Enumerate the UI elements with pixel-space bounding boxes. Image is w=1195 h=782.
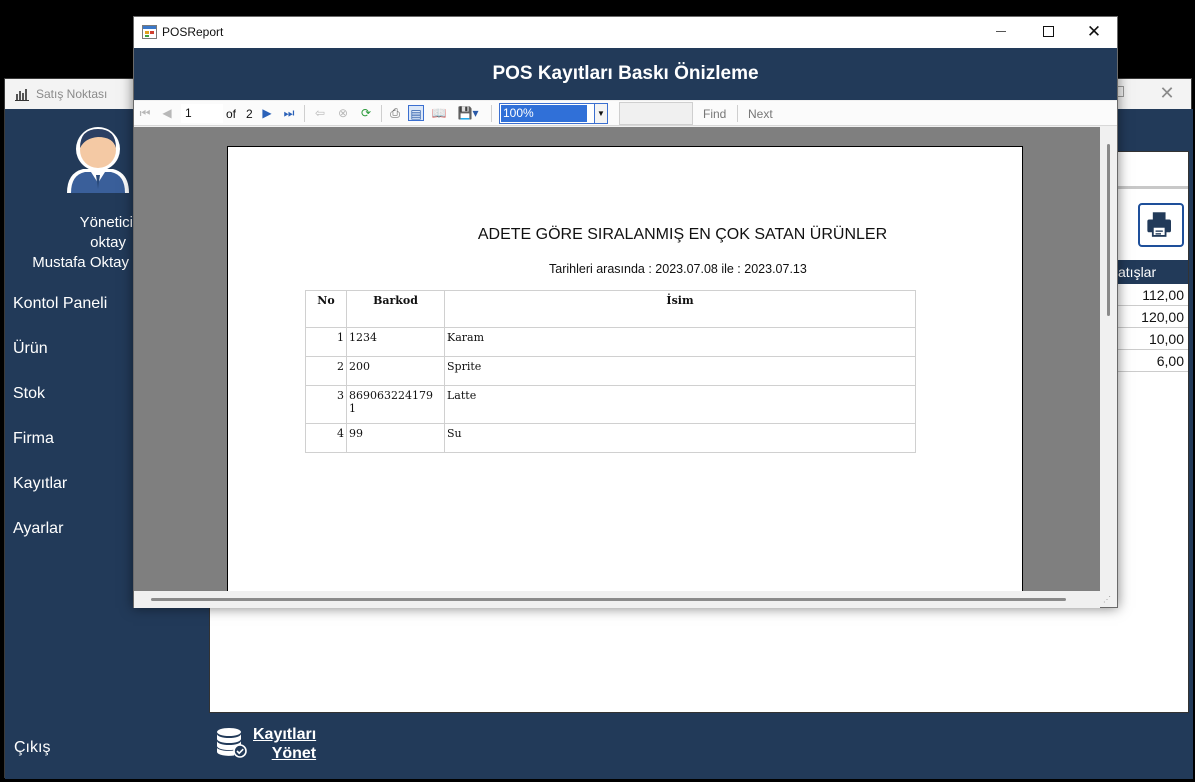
chevron-down-icon[interactable]: ▼ <box>594 104 607 123</box>
sidebar-item-records[interactable]: Kayıtlar <box>13 475 67 493</box>
find-next-link[interactable]: Next <box>748 107 773 121</box>
report-table-header: No Barkod İsim <box>305 290 916 328</box>
resize-grip-icon[interactable]: ⋰ <box>1103 595 1115 607</box>
horizontal-scrollbar[interactable] <box>134 591 1100 608</box>
print-button[interactable] <box>1138 203 1184 247</box>
cell-no: 2 <box>305 356 347 386</box>
footer-bar: Kayıtları Yönet <box>205 713 1193 779</box>
table-row: 2 200 Sprite <box>305 356 916 386</box>
report-table: No Barkod İsim 1 1234 Karam 2 200 Sprite… <box>305 290 916 453</box>
sidebar-item-product[interactable]: Ürün <box>13 340 48 358</box>
previous-page-icon[interactable]: ◀ <box>159 105 175 121</box>
report-window-title: POSReport <box>162 25 224 39</box>
user-username: oktay <box>90 234 126 251</box>
column-header-name: İsim <box>444 290 916 328</box>
table-row: 3 869063224179 1 Latte <box>305 385 916 424</box>
manage-records-link[interactable]: Kayıtları Yönet <box>253 725 316 763</box>
stop-icon[interactable]: ⊗ <box>335 105 351 121</box>
sales-cell[interactable]: 10,00 <box>1114 328 1188 350</box>
report-header: POS Kayıtları Baskı Önizleme <box>134 48 1117 100</box>
cell-barcode-line1: 869063224179 <box>349 389 433 402</box>
vertical-scrollbar[interactable] <box>1100 127 1117 591</box>
print-icon[interactable]: ⎙ <box>387 105 403 121</box>
cell-barcode: 200 <box>346 356 445 386</box>
report-page: ADETE GÖRE SIRALANMIŞ EN ÇOK SATAN ÜRÜNL… <box>227 146 1023 591</box>
sales-table: atışlar 112,00 120,00 10,00 6,00 <box>1114 260 1188 372</box>
user-role: Yönetici <box>79 214 133 231</box>
report-titlebar: POSReport ✕ <box>134 17 1117 48</box>
table-row: 4 99 Su <box>305 423 916 453</box>
cell-name: Latte <box>444 385 916 424</box>
report-toolbar: ⏮ ◀ 1 of 2 ▶ ⏭ ⇦ ⊗ ⟳ ⎙ ▤ 📖 💾▾ 100% ▼ Fin… <box>134 101 1117 126</box>
find-input[interactable] <box>619 102 693 125</box>
cell-barcode-line2: 1 <box>349 402 356 415</box>
cell-barcode: 1234 <box>346 327 445 357</box>
divider <box>1114 186 1188 189</box>
zoom-value: 100% <box>501 105 587 122</box>
sidebar-item-control-panel[interactable]: Kontol Paneli <box>13 295 107 313</box>
sidebar-item-settings[interactable]: Ayarlar <box>13 520 63 538</box>
cell-barcode: 869063224179 1 <box>346 385 445 424</box>
last-page-icon[interactable]: ⏭ <box>281 105 297 121</box>
find-link[interactable]: Find <box>703 107 726 121</box>
refresh-icon[interactable]: ⟳ <box>358 105 374 121</box>
manage-records-line1: Kayıtları <box>253 726 317 743</box>
toolbar-separator <box>491 105 492 122</box>
report-window: POSReport ✕ POS Kayıtları Baskı Önizleme… <box>133 16 1118 608</box>
zoom-select[interactable]: 100% ▼ <box>499 103 608 124</box>
chart-app-icon <box>15 89 29 101</box>
database-check-icon <box>217 728 247 758</box>
total-pages-label: 2 <box>246 107 253 121</box>
printer-icon <box>1147 212 1171 237</box>
cell-no: 4 <box>305 423 347 453</box>
cell-name: Su <box>444 423 916 453</box>
report-title: ADETE GÖRE SIRALANMIŞ EN ÇOK SATAN ÜRÜNL… <box>477 226 888 243</box>
maximize-icon[interactable] <box>1043 26 1054 37</box>
cell-name: Sprite <box>444 356 916 386</box>
sales-column-header: atışlar <box>1114 260 1188 284</box>
form-app-icon <box>142 25 157 39</box>
manage-records-line2: Yönet <box>271 745 317 762</box>
background-window-title: Satış Noktası <box>36 87 108 101</box>
sales-cell[interactable]: 6,00 <box>1114 350 1188 372</box>
cell-name: Karam <box>444 327 916 357</box>
column-header-barcode: Barkod <box>346 290 445 328</box>
report-header-title: POS Kayıtları Baskı Önizleme <box>492 63 759 84</box>
horizontal-scrollbar-thumb[interactable] <box>151 598 1066 601</box>
close-icon[interactable]: ✕ <box>1155 81 1179 105</box>
column-header-no: No <box>305 290 347 328</box>
toolbar-separator <box>737 105 738 122</box>
table-row: 1 1234 Karam <box>305 327 916 357</box>
cell-no: 1 <box>305 327 347 357</box>
user-full-name: Mustafa Oktay <box>32 254 129 271</box>
close-icon[interactable]: ✕ <box>1082 20 1106 44</box>
logout-button[interactable]: Çıkış <box>14 739 50 757</box>
minimize-icon[interactable] <box>996 31 1006 32</box>
report-date-range: Tarihleri arasında : 2023.07.08 ile : 20… <box>549 262 807 276</box>
export-icon[interactable]: 💾▾ <box>455 105 481 121</box>
toolbar-separator <box>304 105 305 122</box>
user-avatar-icon <box>67 127 129 193</box>
toolbar-separator <box>381 105 382 122</box>
sidebar-item-stock[interactable]: Stok <box>13 385 45 403</box>
vertical-scrollbar-thumb[interactable] <box>1107 144 1110 316</box>
cell-no: 3 <box>305 385 347 424</box>
first-page-icon[interactable]: ⏮ <box>137 105 153 121</box>
page-setup-icon[interactable]: 📖 <box>431 105 447 121</box>
page-of-label: of <box>226 107 237 121</box>
sales-cell[interactable]: 120,00 <box>1114 306 1188 328</box>
current-page-input[interactable]: 1 <box>181 104 223 123</box>
sidebar-item-company[interactable]: Firma <box>13 430 54 448</box>
report-viewport: ADETE GÖRE SIRALANMIŞ EN ÇOK SATAN ÜRÜNL… <box>134 127 1100 591</box>
print-layout-icon[interactable]: ▤ <box>408 105 424 121</box>
back-icon[interactable]: ⇦ <box>312 105 328 121</box>
next-page-icon[interactable]: ▶ <box>259 105 275 121</box>
cell-barcode: 99 <box>346 423 445 453</box>
sales-cell[interactable]: 112,00 <box>1114 284 1188 306</box>
